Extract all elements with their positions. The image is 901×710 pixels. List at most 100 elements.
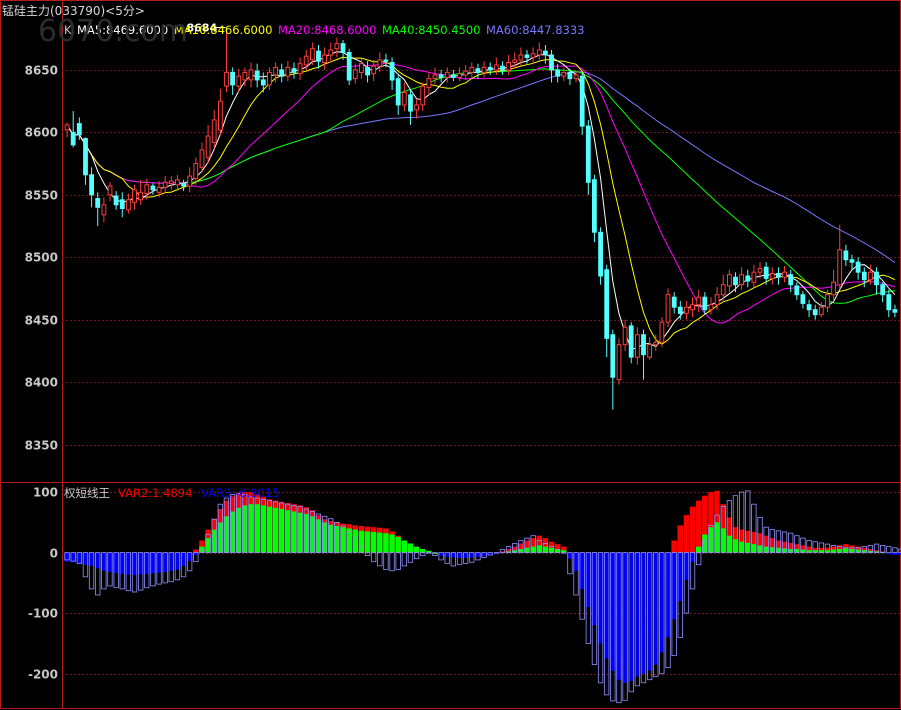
candle-body xyxy=(297,63,303,75)
watermark: 6070.com xyxy=(38,14,188,49)
candlesticks xyxy=(64,27,898,410)
candle-body xyxy=(598,231,604,277)
var2-bar xyxy=(695,500,702,553)
candle-body xyxy=(113,195,119,206)
candle-body xyxy=(739,274,745,286)
candle-body xyxy=(868,271,873,281)
chart-title: 锰硅主力(033790)<5分> xyxy=(2,4,145,18)
candle-body xyxy=(346,52,352,81)
y-tick-label: 8450 xyxy=(25,314,58,328)
candle-body xyxy=(751,271,757,283)
candle-body xyxy=(880,284,886,296)
candle-body xyxy=(457,73,462,78)
candle-body xyxy=(733,276,738,286)
var3-bar xyxy=(401,540,408,553)
candle-body xyxy=(806,304,812,311)
var3-bar xyxy=(389,534,395,553)
candle-body xyxy=(671,296,677,308)
candle-body xyxy=(64,124,70,131)
candle-body xyxy=(665,294,671,323)
chart-root: 8350840084508500855086008650 8684 K MA5:8… xyxy=(0,0,901,709)
outline-bar xyxy=(696,552,702,566)
sub-y-tick-label: 100 xyxy=(33,486,58,500)
legend-item: MA40:8450.4500 xyxy=(382,23,481,37)
candle-body xyxy=(628,325,634,358)
candle-body xyxy=(83,138,88,176)
candle-body xyxy=(420,85,426,106)
candle-body xyxy=(414,104,420,111)
candle-body xyxy=(481,66,487,73)
var2-bar xyxy=(683,515,690,553)
candle-body xyxy=(635,334,640,358)
candle-body xyxy=(610,334,616,378)
candle-body xyxy=(187,175,193,187)
candle-body xyxy=(641,334,646,356)
candle-body xyxy=(267,71,272,86)
sub-y-tick-label: -200 xyxy=(28,668,58,682)
y-tick-label: 8600 xyxy=(25,126,58,140)
candle-body xyxy=(831,281,837,296)
candle-body xyxy=(530,53,536,58)
candle-body xyxy=(316,50,321,62)
candle-body xyxy=(874,271,879,286)
sub-y-axis: 100 0 -100 -200 xyxy=(28,486,58,682)
candle-body xyxy=(432,74,438,80)
var3-bar xyxy=(383,533,389,553)
candle-body xyxy=(401,91,407,106)
grid-lines xyxy=(62,70,900,675)
candle-body xyxy=(199,149,205,168)
candle-body xyxy=(616,344,622,381)
candle-body xyxy=(150,185,156,191)
candle-body xyxy=(825,294,830,308)
candle-body xyxy=(469,66,475,73)
candle-body xyxy=(487,66,493,71)
candle-body xyxy=(536,49,542,56)
candle-body xyxy=(757,268,763,273)
y-tick-label: 8500 xyxy=(25,251,58,265)
candle-body xyxy=(500,65,505,71)
candle-body xyxy=(119,199,125,210)
outline-bar xyxy=(886,546,892,554)
candle-body xyxy=(788,274,794,286)
candle-body xyxy=(132,189,137,203)
candle-body xyxy=(543,50,548,56)
candle-body xyxy=(340,43,346,53)
candle-body xyxy=(248,69,254,81)
candle-body xyxy=(727,274,732,287)
candle-body xyxy=(696,296,702,306)
legend-item: VAR3:-6.8015 xyxy=(201,486,280,500)
sub-legend: 权短线王 VAR2:1.4894 VAR3:-6.8015 xyxy=(64,486,280,500)
candle-body xyxy=(334,43,340,50)
candle-body xyxy=(886,294,892,311)
var3-bar xyxy=(364,531,371,553)
y-tick-label: 8650 xyxy=(25,64,58,78)
candle-body xyxy=(254,70,260,81)
candle-body xyxy=(181,183,186,187)
ma60-line xyxy=(66,71,896,264)
candle-body xyxy=(684,306,689,314)
outline-bar xyxy=(401,552,408,567)
outline-bar xyxy=(407,552,414,563)
indicator-name: 权短线王 xyxy=(64,486,110,500)
candle-body xyxy=(818,306,824,316)
candle-body xyxy=(218,100,223,131)
candle-body xyxy=(855,261,861,273)
candle-body xyxy=(549,54,554,71)
candle-body xyxy=(776,273,781,278)
candle-body xyxy=(260,79,266,86)
candle-body xyxy=(438,74,444,78)
candle-body xyxy=(162,181,168,188)
candle-body xyxy=(604,269,610,339)
outline-bar xyxy=(892,547,898,553)
candle-body xyxy=(800,294,806,304)
candle-body xyxy=(843,250,849,261)
outline-bar xyxy=(561,552,567,554)
candle-body xyxy=(506,62,512,71)
legend-item: MA20:8468.6000 xyxy=(278,23,377,37)
candle-body xyxy=(659,321,665,343)
chart-frame xyxy=(0,0,901,709)
candle-body xyxy=(512,59,518,63)
legend-item: MA60:8447.8333 xyxy=(486,23,585,37)
candle-body xyxy=(285,66,291,77)
candle-body xyxy=(493,64,499,71)
